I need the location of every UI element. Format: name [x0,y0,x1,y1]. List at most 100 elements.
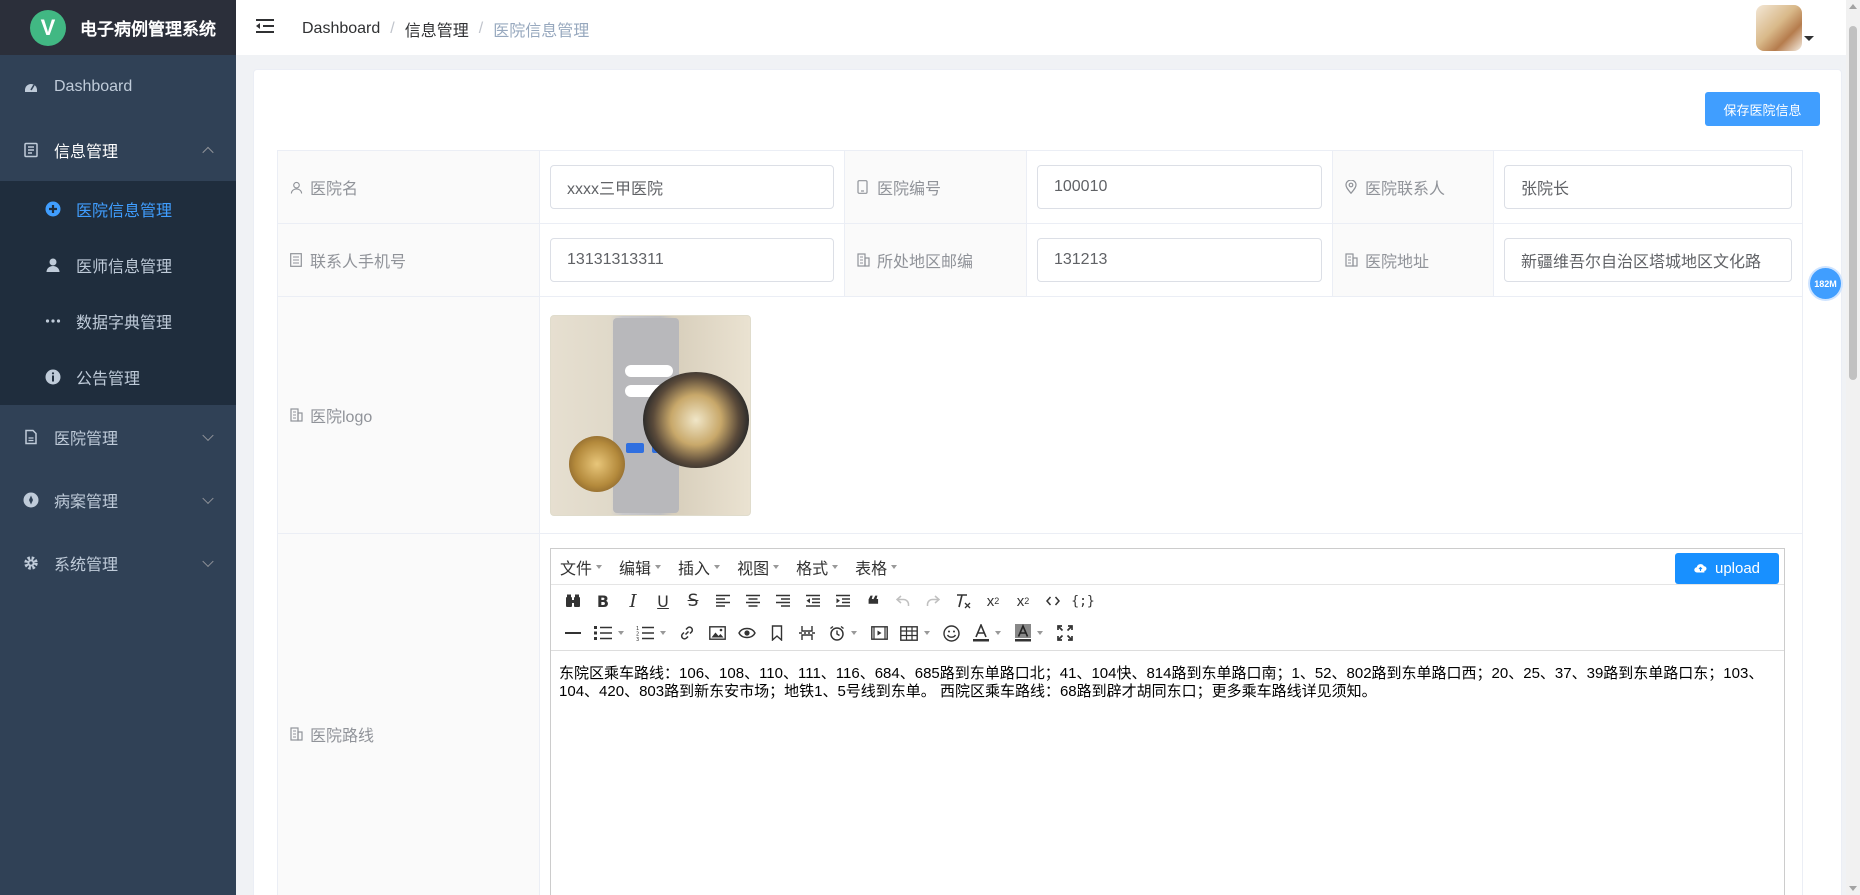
sidebar-item-hospital-info[interactable]: 医院信息管理 [0,181,236,237]
contact-phone-input[interactable]: 13131313311 [550,238,834,282]
table-icon[interactable] [894,619,936,647]
editor-menu-view[interactable]: 视图 [737,555,780,579]
outdent-icon[interactable] [798,587,828,615]
upload-button[interactable]: upload [1675,553,1780,584]
sidebar-item-dictionary[interactable]: 数据字典管理 [0,293,236,349]
editor-menu-insert[interactable]: 插入 [678,555,721,579]
sidebar-item-label: 医院信息管理 [76,203,173,220]
breadcrumb-item-info[interactable]: 信息管理 [405,17,469,41]
redo-icon[interactable] [918,587,948,615]
label-text: 医院名 [310,181,359,198]
rich-text-editor: 文件 编辑 插入 视图 格式 表格 upload B I U S ❝ x 2 x… [550,548,1786,895]
hospital-contact-label: 医院联系人 [1331,150,1494,224]
label-text: 联系人手机号 [310,254,407,271]
sidebar-item-info-management[interactable]: 信息管理 [0,118,236,181]
clear-format-icon[interactable] [948,587,978,615]
submenu-info-management: 医院信息管理 医师信息管理 数据字典管理 公告管理 [0,181,236,405]
info-icon [44,368,62,386]
code-sample-icon[interactable]: {;} [1068,587,1098,615]
code-icon[interactable] [1038,587,1068,615]
sidebar-item-doctor-info[interactable]: 医师信息管理 [0,237,236,293]
numbered-list-icon[interactable]: 123 [630,619,672,647]
hospital-code-input[interactable]: 100010 [1036,165,1322,209]
breadcrumb-item-dashboard[interactable]: Dashboard [302,20,380,38]
find-replace-icon[interactable] [558,587,588,615]
vue-logo-icon: V [30,9,66,46]
hospital-logo-label: 医院logo [276,296,541,534]
italic-icon[interactable]: I [618,587,648,615]
page-break-icon[interactable] [792,619,822,647]
media-icon[interactable] [864,619,894,647]
sidebar-item-case-management[interactable]: 病案管理 [0,468,236,531]
caret-down-icon[interactable] [1804,36,1814,41]
hospital-code-label: 医院编号 [844,150,1027,224]
editor-menu-table[interactable]: 表格 [855,555,898,579]
sidebar-item-label: 医师信息管理 [76,259,173,276]
sidebar-item-notice[interactable]: 公告管理 [0,349,236,405]
editor-menu-edit[interactable]: 编辑 [619,555,662,579]
app-logo-bar[interactable]: V 电子病例管理系统 [0,0,236,55]
emoticons-icon[interactable] [936,619,966,647]
editor-content[interactable]: 东院区乘车路线：106、108、110、111、116、684、685路到东单路… [551,650,1785,895]
underline-icon[interactable]: U [648,587,678,615]
label-text: 医院logo [310,409,373,426]
undo-icon[interactable] [888,587,918,615]
label-text: 医院编号 [877,181,942,198]
sidebar-item-system-management[interactable]: 系统管理 [0,531,236,594]
background-color-icon[interactable] [1008,619,1050,647]
breadcrumb-item-current: 医院信息管理 [493,23,590,40]
preview-icon[interactable] [732,619,762,647]
scroll-thumb[interactable] [1849,26,1857,380]
scroll-down-arrow-icon[interactable] [1849,886,1857,891]
chevron-down-icon [202,429,214,441]
subscript-icon[interactable]: x2 [978,587,1008,615]
chevron-down-icon [202,492,214,504]
align-center-icon[interactable] [738,587,768,615]
hamburger-icon[interactable] [256,17,276,37]
label-text: 医院联系人 [1364,181,1445,198]
hospital-contact-input[interactable]: 张院长 [1503,165,1792,209]
image-icon[interactable] [702,619,732,647]
page-scrollbar[interactable] [1846,0,1860,895]
align-right-icon[interactable] [768,587,798,615]
bold-icon[interactable]: B [588,587,618,615]
memory-badge[interactable]: 182M [1810,268,1841,299]
link-icon[interactable] [672,619,702,647]
sidebar-item-label: Dashboard [54,77,133,95]
strikethrough-icon[interactable]: S [678,587,708,615]
label-text: 医院地址 [1364,254,1429,271]
superscript-icon[interactable]: x2 [1008,587,1038,615]
sidebar-item-hospital-management[interactable]: 医院管理 [0,405,236,468]
align-left-icon[interactable] [708,587,738,615]
blockquote-icon[interactable]: ❝ [858,587,888,618]
save-hospital-button[interactable]: 保存医院信息 [1705,92,1820,126]
avatar[interactable] [1756,5,1802,51]
horizontal-line-icon[interactable] [558,619,588,647]
bullet-list-icon[interactable] [588,619,630,647]
tickets-icon [290,253,304,270]
fullscreen-icon[interactable] [1050,619,1080,647]
zip-code-input[interactable]: 131213 [1036,238,1322,282]
indent-icon[interactable] [828,587,858,615]
editor-toolbar-row-1: B I U S ❝ x 2 x 2 {;} [551,585,1784,618]
chevron-down-icon [202,555,214,567]
hospital-route-label: 医院路线 [276,533,541,895]
sidebar-item-label: 数据字典管理 [76,315,173,332]
scroll-up-arrow-icon[interactable] [1849,4,1857,9]
editor-menu-format[interactable]: 格式 [796,555,839,579]
office-building-icon [290,408,304,425]
text-color-icon[interactable] [966,619,1008,647]
hospital-logo-image[interactable] [550,314,752,516]
hospital-address-input[interactable]: 新疆维吾尔自治区塔城地区文化路 [1503,238,1792,282]
zip-code-label: 所处地区邮编 [844,223,1027,297]
compass-icon [22,491,40,509]
sidebar-item-label: 病案管理 [54,493,119,511]
hospital-name-input[interactable]: xxxx三甲医院 [550,165,834,209]
sidebar-item-dashboard[interactable]: Dashboard [0,55,236,118]
app-main: 保存医院信息 医院名 xxxx三甲医院 医院编号 100010 医院联系人 张院… [236,55,1846,895]
sidebar-item-label: 医院管理 [54,430,119,448]
cloud-upload-icon [1694,561,1707,576]
insert-datetime-icon[interactable] [822,619,864,647]
bookmark-icon[interactable] [762,619,792,647]
editor-menu-file[interactable]: 文件 [560,555,603,579]
